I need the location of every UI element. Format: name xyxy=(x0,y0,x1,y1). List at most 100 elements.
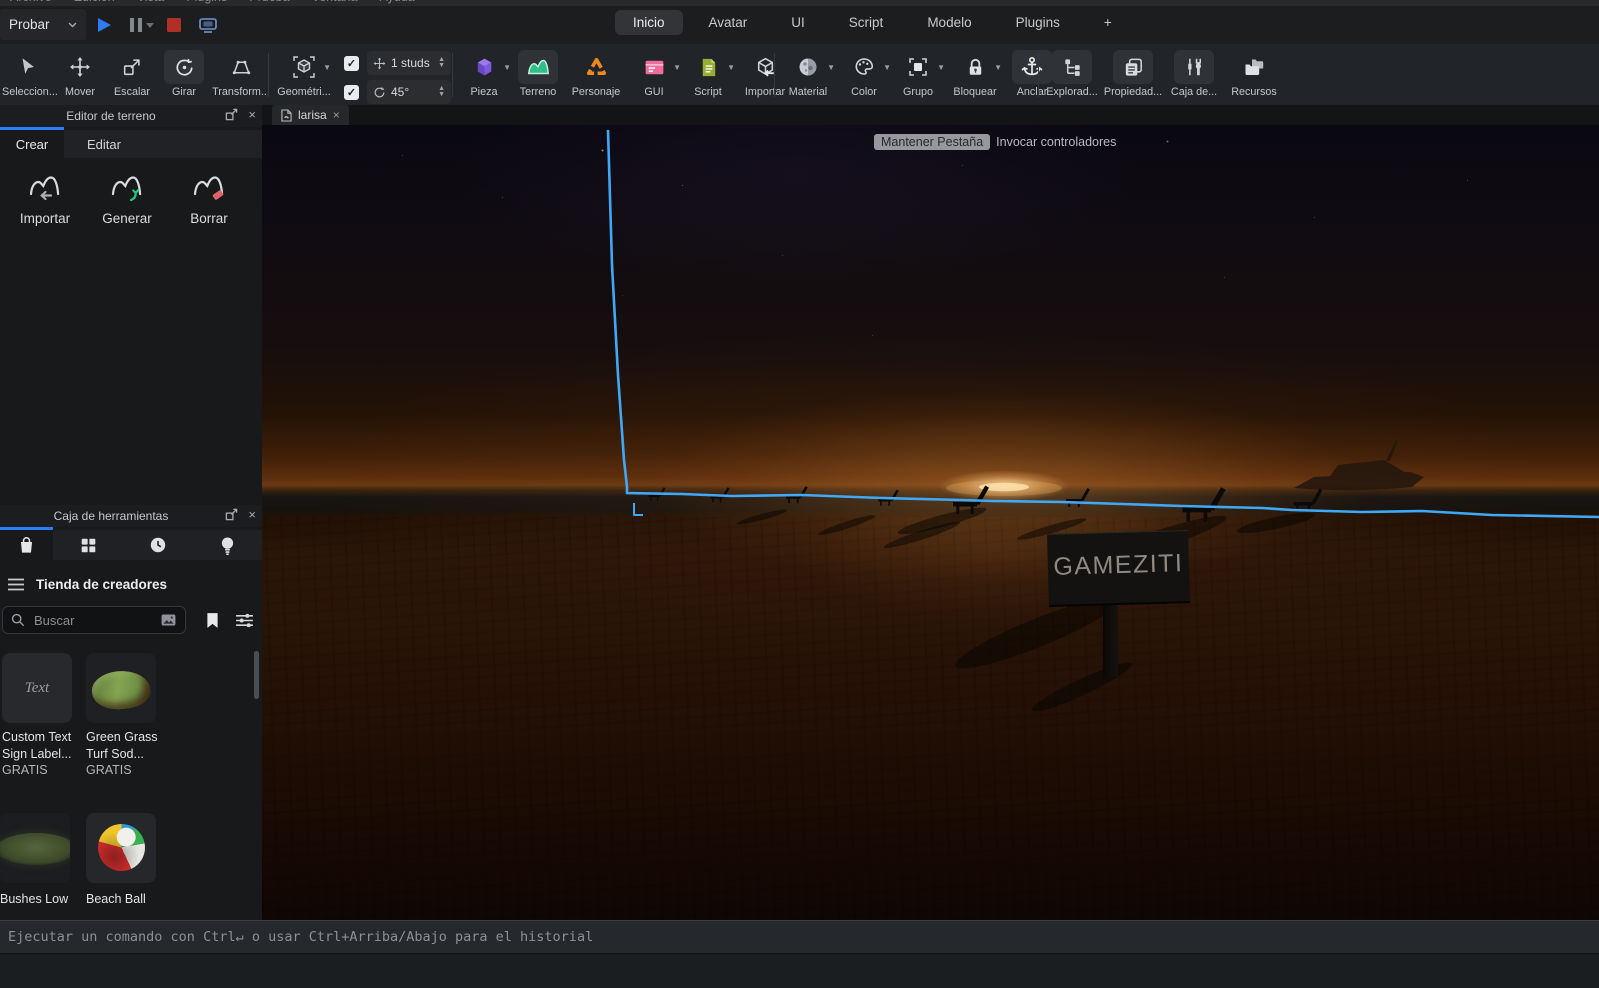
group-button[interactable]: ▼ Grupo xyxy=(892,50,945,98)
gui-button[interactable]: ▼ GUI xyxy=(628,50,681,98)
asset-thumbnail[interactable] xyxy=(86,813,156,883)
tab-ui[interactable]: UI xyxy=(773,10,823,35)
close-panel-icon[interactable]: × xyxy=(248,108,256,121)
assets-button[interactable]: Recursos xyxy=(1225,50,1283,98)
color-button[interactable]: ▼ Color xyxy=(838,50,891,98)
terrain-import-button[interactable]: Importar xyxy=(4,165,86,226)
filter-button[interactable] xyxy=(230,606,258,634)
menu-plugins[interactable]: Plugins xyxy=(186,0,227,4)
menu-prueba[interactable]: Prueba xyxy=(249,0,289,4)
menu-vista[interactable]: Vista xyxy=(137,0,165,4)
dropdown-caret[interactable]: ▼ xyxy=(883,63,891,72)
menu-ventana[interactable]: Ventana xyxy=(312,0,358,4)
yacht-silhouette xyxy=(1294,440,1424,491)
dropdown-caret[interactable]: ▼ xyxy=(673,63,681,72)
rotate-snap-arrows[interactable]: ▲ ▼ xyxy=(438,85,445,98)
transform-tool-button[interactable]: Transform... xyxy=(210,50,272,98)
hint-text: Invocar controladores xyxy=(996,135,1117,149)
geometric-mode-button[interactable]: ▼ Geométri... xyxy=(272,50,336,98)
part-button[interactable]: ▼ Pieza xyxy=(458,50,511,98)
sign-post[interactable] xyxy=(1103,601,1118,677)
viewport-tab-larisa[interactable]: larisa × xyxy=(272,105,349,125)
stop-icon[interactable] xyxy=(162,13,186,37)
lock-button[interactable]: ▼ Bloquear xyxy=(946,50,1004,98)
material-button[interactable]: ▼ Material xyxy=(780,50,836,98)
toolbox-scrollbar[interactable] xyxy=(254,651,259,699)
toolbox-button[interactable]: Caja de... xyxy=(1166,50,1222,98)
script-button[interactable]: ▼ Script xyxy=(682,50,735,98)
gameziti-sign[interactable]: GAMEZITI xyxy=(1047,530,1190,607)
rotate-snap-checkbox[interactable]: ✓ xyxy=(344,84,359,100)
folders-icon xyxy=(1242,55,1266,79)
test-mode-dropdown[interactable]: Probar xyxy=(0,9,86,40)
move-snap-arrows[interactable]: ▲ ▼ xyxy=(438,56,445,69)
move-snap-stepper[interactable]: 1 studs ▲ ▼ xyxy=(367,51,451,75)
toolbox-title: Caja de herramientas xyxy=(53,509,169,523)
terrain-generate-button[interactable]: Generar xyxy=(86,165,168,226)
dropdown-caret[interactable]: ▼ xyxy=(994,63,1002,72)
hamburger-menu-icon[interactable] xyxy=(8,578,24,591)
menu-archivo[interactable]: Archivo xyxy=(10,0,52,4)
properties-button[interactable]: Propiedad... xyxy=(1103,50,1163,98)
viewport-tabstrip: larisa × xyxy=(262,105,1599,125)
thumb-text: Text xyxy=(24,679,50,696)
asset-thumbnail[interactable] xyxy=(0,813,70,883)
tab-add[interactable]: + xyxy=(1086,10,1130,35)
play-icon[interactable] xyxy=(92,13,116,37)
tab-plugins[interactable]: Plugins xyxy=(998,10,1078,35)
tab-crear[interactable]: Crear xyxy=(0,130,64,158)
asset-thumbnail[interactable]: Text xyxy=(2,653,72,723)
dropdown-caret[interactable]: ▼ xyxy=(727,63,735,72)
shopping-bag-icon xyxy=(18,536,35,554)
saved-items-button[interactable] xyxy=(198,606,226,634)
explorer-button[interactable]: Explorad... xyxy=(1044,50,1100,98)
tab-inventory[interactable] xyxy=(53,530,123,560)
asset-item-custom-text-sign[interactable]: Text Custom Text Sign Label... GRATIS xyxy=(2,653,82,779)
float-panel-icon[interactable] xyxy=(225,508,238,521)
image-search-icon[interactable] xyxy=(161,614,176,626)
ribbon-group-insert: ▼ Pieza Terreno Personaje ▼ GUI ▼ Script… xyxy=(458,44,794,105)
move-tool-button[interactable]: Mover xyxy=(54,50,106,98)
ribbon-group-edit: ▼ Material ▼ Color ▼ Grupo ▼ Bloquear An… xyxy=(780,44,1059,105)
dropdown-caret[interactable]: ▼ xyxy=(323,63,331,72)
device-emulator-icon[interactable] xyxy=(196,13,220,37)
command-bar[interactable]: Ejecutar un comando con Ctrl↵ o usar Ctr… xyxy=(0,920,1599,953)
ribbon-group-snap: ▼ Geométri... ✓ 1 studs ▲ ▼ ✓ 45° ▲ ▼ xyxy=(272,44,451,105)
viewport-3d-scene[interactable]: GAMEZITI Mantener Pestaña Invocar contro… xyxy=(262,125,1599,920)
menu-edicion[interactable]: Edición xyxy=(74,0,115,4)
asset-item-beach-ball[interactable]: Beach Ball xyxy=(86,813,166,908)
tab-marketplace[interactable] xyxy=(0,530,53,560)
rotate-tool-button[interactable]: Girar xyxy=(158,50,210,98)
terrain-button[interactable]: Terreno xyxy=(512,50,564,98)
select-tool-button[interactable]: Seleccion... xyxy=(2,50,58,98)
asset-item-green-grass[interactable]: Green Grass Turf Sod... GRATIS xyxy=(86,653,166,779)
pause-options-caret[interactable] xyxy=(144,13,156,37)
character-button[interactable]: Personaje xyxy=(566,50,626,98)
dropdown-caret[interactable]: ▼ xyxy=(827,63,835,72)
tab-inicio[interactable]: Inicio xyxy=(615,10,683,35)
menu-ayuda[interactable]: Ayuda xyxy=(379,0,414,4)
tab-avatar[interactable]: Avatar xyxy=(691,10,766,35)
transform-icon xyxy=(230,56,253,79)
tab-creations[interactable] xyxy=(193,530,262,560)
scale-tool-button[interactable]: Escalar xyxy=(106,50,158,98)
close-tab-icon[interactable]: × xyxy=(333,108,340,122)
float-panel-icon[interactable] xyxy=(225,108,238,121)
tab-editar[interactable]: Editar xyxy=(64,130,144,158)
dropdown-caret[interactable]: ▼ xyxy=(937,63,945,72)
terrain-generate-icon xyxy=(107,169,147,203)
terrain-clear-button[interactable]: Borrar xyxy=(168,165,250,226)
tab-recent[interactable] xyxy=(123,530,193,560)
rotate-snap-stepper[interactable]: 45° ▲ ▼ xyxy=(367,80,451,104)
move-snap-checkbox[interactable]: ✓ xyxy=(344,55,359,71)
toolbox-header[interactable]: Caja de herramientas × xyxy=(0,505,262,527)
tab-script[interactable]: Script xyxy=(831,10,902,35)
search-input[interactable] xyxy=(2,606,186,634)
dropdown-caret[interactable]: ▼ xyxy=(503,63,511,72)
asset-item-bushes-low[interactable]: Bushes Low xyxy=(0,813,80,908)
search-field[interactable] xyxy=(32,611,154,629)
tab-modelo[interactable]: Modelo xyxy=(909,10,989,35)
terrain-editor-header[interactable]: Editor de terreno × xyxy=(0,105,262,127)
close-panel-icon[interactable]: × xyxy=(248,508,256,521)
asset-thumbnail[interactable] xyxy=(86,653,156,723)
